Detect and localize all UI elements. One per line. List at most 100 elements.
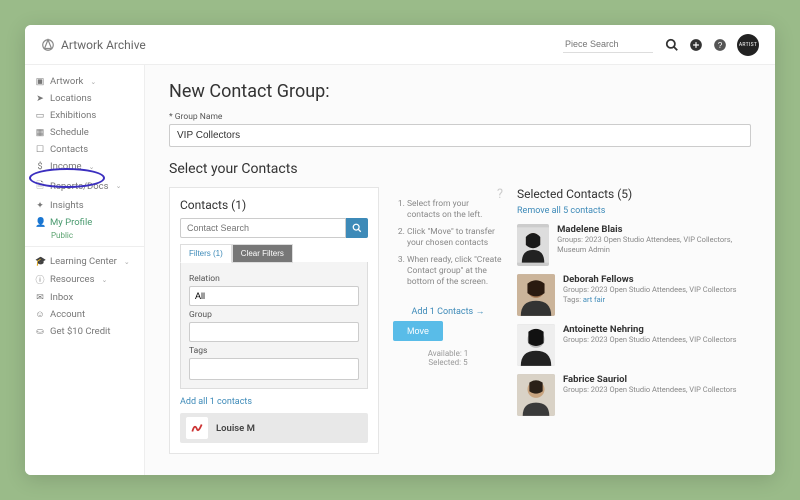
move-button[interactable]: Move xyxy=(393,321,443,341)
selected-count: Selected: 5 xyxy=(393,358,503,367)
selected-meta: Groups: 2023 Open Studio Attendees, VIP … xyxy=(563,385,737,395)
topbar-icons: ? ARTIST xyxy=(665,34,759,56)
sidebar-item-credit[interactable]: ⛀Get $10 Credit xyxy=(25,323,144,340)
contacts-panel-title: Contacts (1) xyxy=(180,198,368,212)
contact-thumb xyxy=(186,417,208,439)
chevron-down-icon: ⌄ xyxy=(116,182,122,190)
contacts-panel: Contacts (1) Filters (1) Clear Filters R… xyxy=(169,187,379,454)
help-icon[interactable]: ? xyxy=(713,38,727,52)
brand-logo-icon xyxy=(41,38,55,52)
sidebar-label: Exhibitions xyxy=(50,110,96,121)
sidebar-item-resources[interactable]: ⓘResources⌄ xyxy=(25,270,144,289)
frame-icon: ▭ xyxy=(35,111,45,121)
chevron-down-icon: ⌄ xyxy=(124,258,130,266)
help-icon[interactable]: ? xyxy=(497,187,503,202)
brand: Artwork Archive xyxy=(41,38,146,52)
sidebar-item-insights[interactable]: ✦Insights xyxy=(25,197,144,214)
sidebar-label: Contacts xyxy=(50,144,88,155)
user-avatar[interactable]: ARTIST xyxy=(737,34,759,56)
person-icon: 👤 xyxy=(35,218,45,228)
user-icon: ☺ xyxy=(35,309,45,320)
grad-icon: 🎓 xyxy=(35,257,45,267)
arrow-right-icon: → xyxy=(475,307,484,317)
sidebar-item-contacts[interactable]: ☐Contacts xyxy=(25,141,144,158)
topbar: Artwork Archive ? ARTIST xyxy=(25,25,775,65)
avatar xyxy=(517,274,555,316)
filter-body: Relation All Group Tags xyxy=(180,262,368,389)
step-2: Click "Move" to transfer your chosen con… xyxy=(407,227,503,249)
sidebar-profile-sub: Public xyxy=(25,231,144,240)
selected-name: Deborah Fellows xyxy=(563,274,737,285)
remove-all-link[interactable]: Remove all 5 contacts xyxy=(517,206,605,216)
sidebar-item-artwork[interactable]: ▣ Artwork ⌄ xyxy=(25,73,144,90)
piece-search-input[interactable] xyxy=(563,36,653,53)
selected-contact[interactable]: Madelene Blais Groups: 2023 Open Studio … xyxy=(517,224,751,266)
step-1: Select from your contacts on the left. xyxy=(407,199,503,221)
search-icon[interactable] xyxy=(665,38,679,52)
sidebar-item-account[interactable]: ☺Account xyxy=(25,306,144,323)
sidebar-label: Insights xyxy=(50,200,84,211)
select-contacts-heading: Select your Contacts xyxy=(169,161,751,177)
relation-select[interactable]: All xyxy=(189,286,359,306)
group-select[interactable] xyxy=(189,322,359,342)
clear-filters-button[interactable]: Clear Filters xyxy=(232,244,293,263)
contact-search-button[interactable] xyxy=(346,218,368,238)
chevron-down-icon: ⌄ xyxy=(89,163,95,171)
info-icon: ⓘ xyxy=(35,273,45,286)
chevron-down-icon: ⌄ xyxy=(102,276,108,284)
image-icon: ▣ xyxy=(35,77,45,87)
selected-contact[interactable]: Antoinette Nehring Groups: 2023 Open Stu… xyxy=(517,324,751,366)
group-name-input[interactable] xyxy=(169,124,751,147)
search-icon xyxy=(352,223,362,233)
selected-name: Fabrice Sauriol xyxy=(563,374,737,385)
sidebar-label: Learning Center xyxy=(50,256,117,267)
selected-contact[interactable]: Fabrice Sauriol Groups: 2023 Open Studio… xyxy=(517,374,751,416)
sidebar-item-inbox[interactable]: ✉ Inbox xyxy=(25,289,144,306)
svg-text:?: ? xyxy=(718,40,723,49)
sidebar-label: Get $10 Credit xyxy=(50,326,110,337)
avatar xyxy=(517,324,555,366)
chevron-down-icon: ⌄ xyxy=(90,78,96,86)
avatar xyxy=(517,224,549,266)
avatar xyxy=(517,374,555,416)
sidebar: ▣ Artwork ⌄ ➤Locations ▭ Exhibitions ▦Sched… xyxy=(25,65,145,475)
sidebar-item-locations[interactable]: ➤Locations xyxy=(25,90,144,107)
sidebar-item-schedule[interactable]: ▦Schedule xyxy=(25,124,144,141)
add-icon[interactable] xyxy=(689,38,703,52)
tag-link[interactable]: art fair xyxy=(583,295,605,304)
contact-search-input[interactable] xyxy=(180,218,346,238)
mail-icon: ✉ xyxy=(35,293,45,303)
selected-title: Selected Contacts (5) xyxy=(517,187,751,201)
sidebar-label: Inbox xyxy=(50,292,73,303)
relation-label: Relation xyxy=(189,274,359,284)
group-label: Group xyxy=(189,310,359,320)
sidebar-item-learning[interactable]: 🎓 Learning Center ⌄ xyxy=(25,253,144,270)
paper-icon: 🗎 xyxy=(35,178,45,194)
selected-panel: Selected Contacts (5) Remove all 5 conta… xyxy=(517,187,751,454)
step-3: When ready, click "Create Contact group"… xyxy=(407,255,503,288)
add-contacts-link[interactable]: Add 1 Contacts → xyxy=(412,306,485,317)
sidebar-item-reports[interactable]: 🗎 Reports/Docs ⌄ xyxy=(25,175,144,197)
tags-label: Tags xyxy=(189,346,359,356)
selected-contact[interactable]: Deborah Fellows Groups: 2023 Open Studio… xyxy=(517,274,751,316)
brand-name: Artwork Archive xyxy=(61,38,146,52)
group-name-label: * Group Name xyxy=(169,112,751,122)
app-window: Artwork Archive ? ARTIST ▣ Artwork ⌄ ➤Loca… xyxy=(25,25,775,475)
filters-tab[interactable]: Filters (1) xyxy=(180,244,232,263)
sidebar-label: Reports/Docs xyxy=(50,181,109,192)
sidebar-label: Artwork xyxy=(50,76,83,87)
selected-name: Antoinette Nehring xyxy=(563,324,737,335)
sidebar-item-exhibitions[interactable]: ▭ Exhibitions xyxy=(25,107,144,124)
selected-name: Madelene Blais xyxy=(557,224,751,235)
available-count: Available: 1 xyxy=(393,349,503,358)
location-icon: ➤ xyxy=(35,94,45,104)
sidebar-label: Income xyxy=(50,161,82,172)
contact-row[interactable]: Louise M xyxy=(180,413,368,443)
sidebar-item-income[interactable]: $Income⌄ xyxy=(25,158,144,175)
sidebar-item-profile[interactable]: 👤My Profile xyxy=(25,214,144,231)
selected-meta: Groups: 2023 Open Studio Attendees, VIP … xyxy=(557,235,751,255)
contact-name: Louise M xyxy=(216,423,255,434)
tags-input[interactable] xyxy=(189,358,359,380)
main: New Contact Group: * Group Name Select y… xyxy=(145,65,775,475)
add-all-contacts-link[interactable]: Add all 1 contacts xyxy=(180,397,252,407)
